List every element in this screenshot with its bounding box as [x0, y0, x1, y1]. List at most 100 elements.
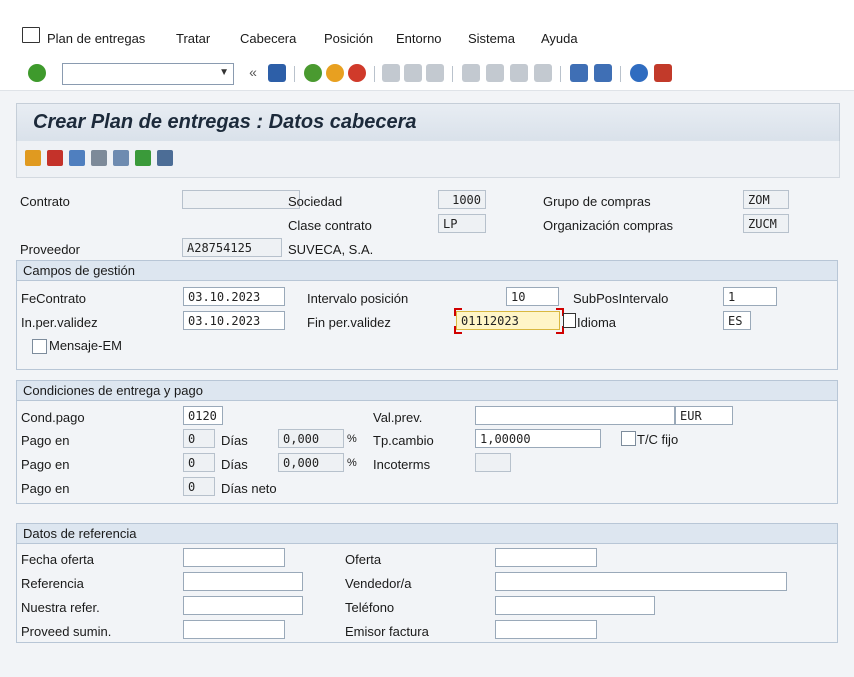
- referencia-label: Referencia: [21, 576, 84, 591]
- finper-field[interactable]: 01112023: [456, 311, 560, 330]
- create-session-icon[interactable]: [570, 64, 588, 82]
- emisor-factura-field[interactable]: [495, 620, 597, 639]
- fecontrato-label: FeContrato: [21, 291, 87, 306]
- clase-contrato-field[interactable]: LP: [438, 214, 486, 233]
- back-double-icon[interactable]: «: [244, 64, 262, 82]
- telefono-field[interactable]: [495, 596, 655, 615]
- condpago-label: Cond.pago: [21, 410, 85, 425]
- partners-icon[interactable]: [25, 150, 41, 166]
- menu-entorno[interactable]: Entorno: [396, 31, 442, 46]
- menu-plan-de-entregas[interactable]: Plan de entregas: [47, 31, 145, 46]
- currency-field[interactable]: EUR: [675, 406, 733, 425]
- focus-marker: [454, 308, 462, 316]
- pct-sign: %: [347, 433, 357, 445]
- exit-icon[interactable]: [326, 64, 344, 82]
- group-title: Condiciones de entrega y pago: [17, 381, 837, 401]
- tcfijo-checkbox[interactable]: [621, 431, 636, 446]
- fecontrato-field[interactable]: 03.10.2023: [183, 287, 285, 306]
- first-page-icon[interactable]: [462, 64, 480, 82]
- menu-tratar[interactable]: Tratar: [176, 31, 210, 46]
- condiciones-group: Condiciones de entrega y pago Cond.pago …: [16, 380, 838, 504]
- pago1-pct-field[interactable]: 0,000: [278, 429, 344, 448]
- pago2-pct-field[interactable]: 0,000: [278, 453, 344, 472]
- command-field[interactable]: ▼: [62, 63, 234, 85]
- condpago-field[interactable]: 0120: [183, 406, 223, 425]
- tpcambio-field[interactable]: 1,00000: [475, 429, 601, 448]
- nuestra-refer-label: Nuestra refer.: [21, 600, 100, 615]
- mensaje-em-checkbox[interactable]: [32, 339, 47, 354]
- vendedor-field[interactable]: [495, 572, 787, 591]
- intervalo-label: Intervalo posición: [307, 291, 409, 306]
- pago2-label: Pago en: [21, 457, 70, 472]
- vendedor-label: Vendedor/a: [345, 576, 412, 591]
- grupo-compras-field[interactable]: ZOM: [743, 190, 789, 209]
- back-icon[interactable]: [304, 64, 322, 82]
- contrato-label: Contrato: [20, 194, 70, 209]
- sociedad-label: Sociedad: [288, 194, 343, 209]
- next-page-icon[interactable]: [510, 64, 528, 82]
- valprev-field[interactable]: [475, 406, 675, 425]
- texts-icon[interactable]: [69, 150, 85, 166]
- oferta-field[interactable]: [495, 548, 597, 567]
- title-bar: Crear Plan de entregas : Datos cabecera: [16, 103, 840, 143]
- cancel-icon[interactable]: [348, 64, 366, 82]
- referencia-group: Datos de referencia Fecha oferta Oferta …: [16, 523, 838, 643]
- print-icon[interactable]: [382, 64, 400, 82]
- menu-posicion[interactable]: Posición: [324, 31, 373, 46]
- group-title: Campos de gestión: [17, 261, 837, 281]
- save-icon[interactable]: [268, 64, 286, 82]
- valprev-label: Val.prev.: [373, 410, 423, 425]
- menu-sistema[interactable]: Sistema: [468, 31, 515, 46]
- pago2-days-field[interactable]: 0: [183, 453, 215, 472]
- proveed-sumin-field[interactable]: [183, 620, 285, 639]
- help-icon[interactable]: [630, 64, 648, 82]
- menu-ayuda[interactable]: Ayuda: [541, 31, 578, 46]
- nuestra-refer-field[interactable]: [183, 596, 303, 615]
- pago3-unit: Días neto: [221, 481, 277, 496]
- vendor-address-icon[interactable]: [113, 150, 129, 166]
- toolbar-separator: [452, 66, 453, 82]
- find-icon[interactable]: [404, 64, 422, 82]
- inper-label: In.per.validez: [21, 315, 98, 330]
- pago1-days-field[interactable]: 0: [183, 429, 215, 448]
- incoterms-label: Incoterms: [373, 457, 431, 472]
- previous-page-icon[interactable]: [486, 64, 504, 82]
- menu-cabecera[interactable]: Cabecera: [240, 31, 296, 46]
- contrato-field[interactable]: [182, 190, 300, 209]
- mensaje-em-label: Mensaje-EM: [49, 338, 122, 353]
- group-title: Datos de referencia: [17, 524, 837, 544]
- fecha-oferta-field[interactable]: [183, 548, 285, 567]
- toolbar-separator: [620, 66, 621, 82]
- menu-toggle-icon[interactable]: [22, 27, 40, 43]
- print-preview-icon[interactable]: [157, 150, 173, 166]
- tpcambio-label: Tp.cambio: [373, 433, 434, 448]
- conditions-icon[interactable]: [47, 150, 63, 166]
- grupo-compras-label: Grupo de compras: [543, 194, 651, 209]
- pct-sign: %: [347, 457, 357, 469]
- campos-gestion-group: Campos de gestión FeContrato 03.10.2023 …: [16, 260, 838, 370]
- focus-marker: [454, 326, 462, 334]
- main-content: Contrato Sociedad 1000 Grupo de compras …: [16, 178, 838, 658]
- incoterms-field[interactable]: [475, 453, 511, 472]
- chevron-down-icon[interactable]: ▼: [219, 67, 229, 78]
- idioma-field[interactable]: ES: [723, 311, 751, 330]
- find-next-icon[interactable]: [426, 64, 444, 82]
- calendar-icon[interactable]: [563, 313, 576, 328]
- pago3-days-field[interactable]: 0: [183, 477, 215, 496]
- sociedad-field[interactable]: 1000: [438, 190, 486, 209]
- proveedor-field[interactable]: A28754125: [182, 238, 282, 257]
- shortcut-icon[interactable]: [594, 64, 612, 82]
- fecha-oferta-label: Fecha oferta: [21, 552, 94, 567]
- enter-icon[interactable]: [28, 64, 46, 82]
- oferta-label: Oferta: [345, 552, 382, 567]
- referencia-field[interactable]: [183, 572, 303, 591]
- subpos-field[interactable]: 1: [723, 287, 777, 306]
- overview-icon[interactable]: [91, 150, 107, 166]
- intervalo-field[interactable]: 10: [506, 287, 559, 306]
- inper-field[interactable]: 03.10.2023: [183, 311, 285, 330]
- customize-layout-icon[interactable]: [654, 64, 672, 82]
- org-compras-field[interactable]: ZUCM: [743, 214, 789, 233]
- proveedor-name: SUVECA, S.A.: [288, 242, 374, 257]
- flag-icon[interactable]: [135, 150, 151, 166]
- last-page-icon[interactable]: [534, 64, 552, 82]
